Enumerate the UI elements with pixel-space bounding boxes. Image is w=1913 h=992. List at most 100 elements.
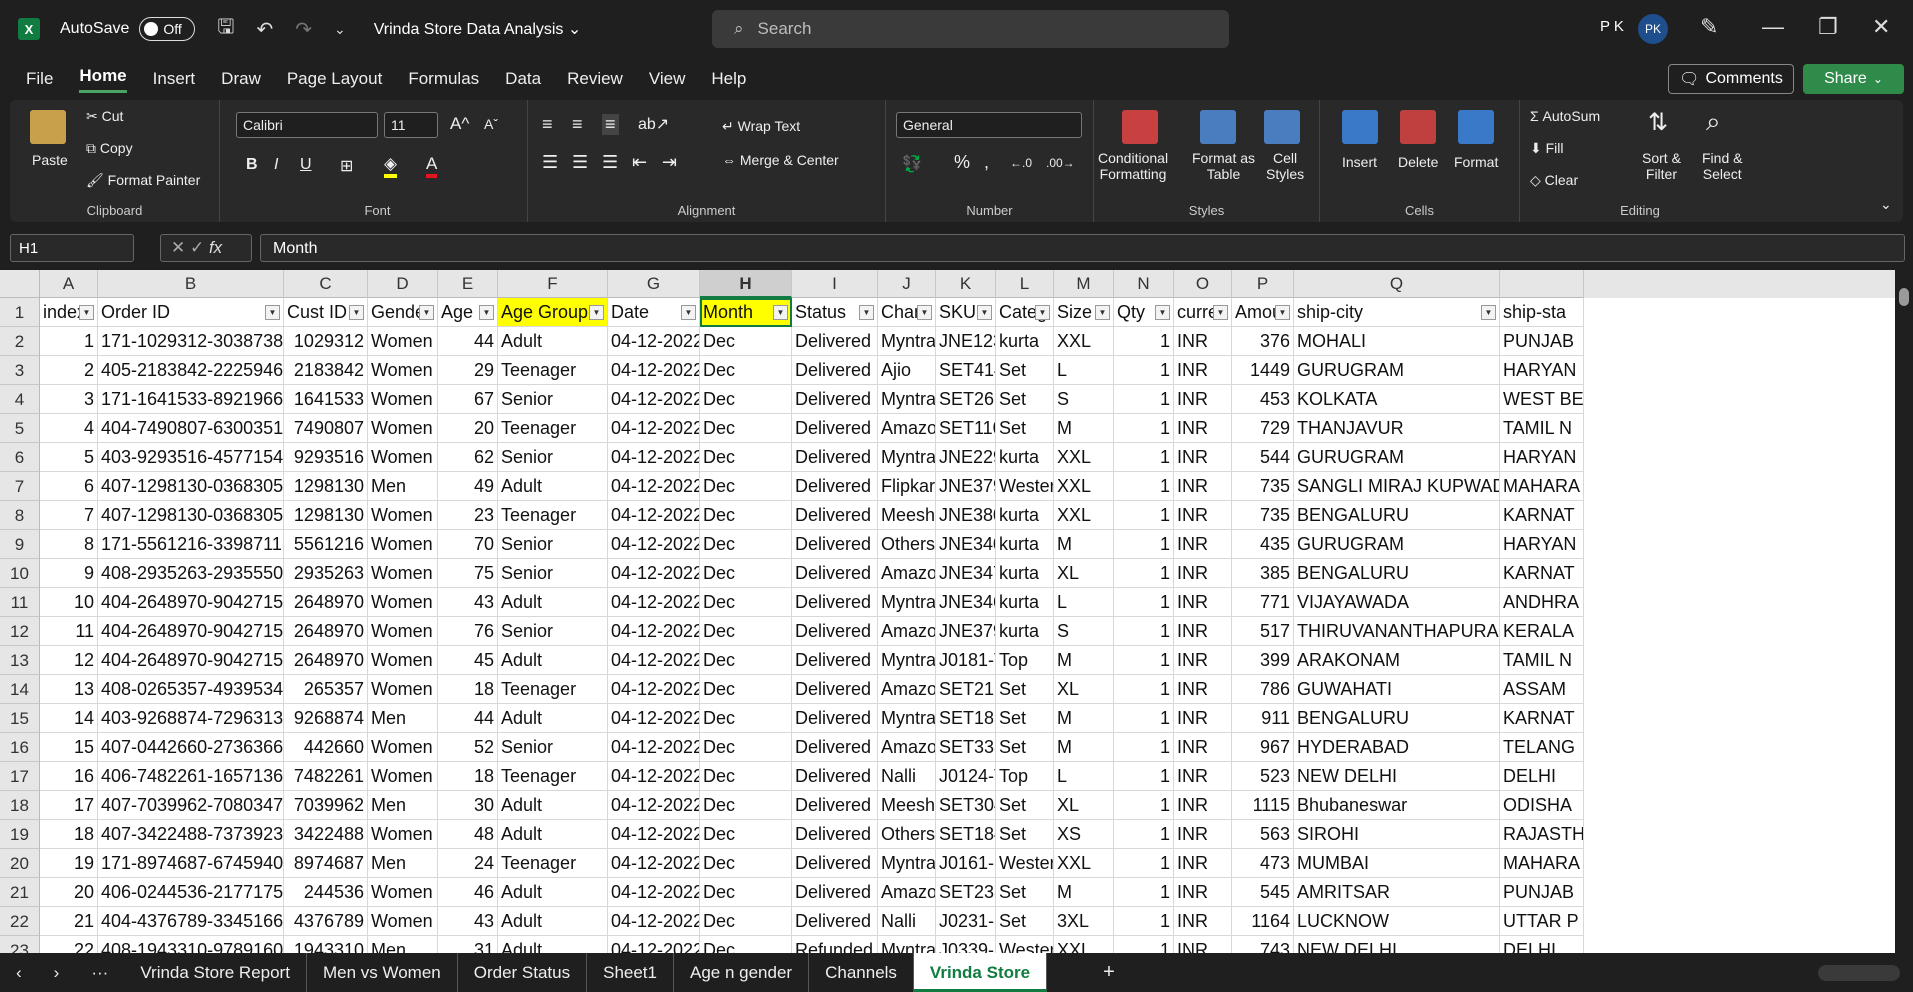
tabs-more-icon[interactable]: ··· [75,953,124,992]
table-cell[interactable]: SET261 [936,385,996,414]
header-cell[interactable]: Order ID ▼ [98,298,284,327]
align-right-icon[interactable]: ☰ [602,152,618,173]
table-cell[interactable]: J0181-T [936,646,996,675]
table-cell[interactable]: Women [368,878,438,907]
table-cell[interactable]: M [1054,733,1114,762]
menu-view[interactable]: View [649,69,686,89]
table-cell[interactable]: Senior [498,385,608,414]
format-as-table-button[interactable]: Format as Table [1192,150,1255,182]
table-cell[interactable]: 1 [1114,936,1174,953]
table-cell[interactable]: 04-12-2022 [608,385,700,414]
table-cell[interactable]: JNE379 [936,472,996,501]
table-cell[interactable]: PUNJAB [1500,327,1584,356]
menu-data[interactable]: Data [505,69,541,89]
comments-button[interactable]: 🗨 Comments [1668,64,1794,94]
table-cell[interactable]: INR [1174,733,1232,762]
table-cell[interactable]: 04-12-2022 [608,733,700,762]
table-cell[interactable]: JNE340 [936,530,996,559]
table-cell[interactable]: kurta [996,617,1054,646]
table-cell[interactable]: 1 [1114,617,1174,646]
header-cell[interactable]: Gende ▼ [368,298,438,327]
table-cell[interactable]: 6 [40,472,98,501]
table-cell[interactable]: 5 [40,443,98,472]
table-cell[interactable]: J0124-T [936,762,996,791]
decrease-indent-icon[interactable]: ⇤ [632,152,647,173]
table-cell[interactable]: 404-4376789-3345166 [98,907,284,936]
cell-styles-button[interactable]: Cell Styles [1266,150,1304,182]
table-cell[interactable]: 1 [1114,907,1174,936]
column-header-k[interactable]: K [936,270,996,298]
formula-input[interactable]: Month [260,234,1905,262]
table-cell[interactable]: S [1054,385,1114,414]
header-cell[interactable]: Chan ▼ [878,298,936,327]
tab-vrinda-store-report[interactable]: Vrinda Store Report [124,953,307,992]
table-cell[interactable]: Men [368,936,438,953]
table-cell[interactable]: 453 [1232,385,1294,414]
table-cell[interactable]: GURUGRAM [1294,530,1500,559]
table-cell[interactable]: 407-1298130-0368305 [98,501,284,530]
table-cell[interactable]: 45 [438,646,498,675]
table-cell[interactable]: XXL [1054,501,1114,530]
row-header[interactable]: 19 [0,820,40,849]
table-cell[interactable]: M [1054,646,1114,675]
table-cell[interactable]: Set [996,704,1054,733]
table-cell[interactable]: 04-12-2022 [608,762,700,791]
table-cell[interactable]: 04-12-2022 [608,327,700,356]
table-cell[interactable]: Adult [498,936,608,953]
table-cell[interactable]: Dec [700,356,792,385]
table-cell[interactable]: 46 [438,878,498,907]
table-cell[interactable]: 1 [1114,530,1174,559]
table-cell[interactable]: Amazon [878,675,936,704]
table-cell[interactable]: 1 [1114,414,1174,443]
table-cell[interactable]: KARNAT [1500,501,1584,530]
table-cell[interactable]: SET217 [936,675,996,704]
column-header-g[interactable]: G [608,270,700,298]
menu-file[interactable]: File [26,69,53,89]
table-cell[interactable]: 435 [1232,530,1294,559]
table-cell[interactable]: Adult [498,820,608,849]
table-cell[interactable]: INR [1174,936,1232,953]
table-cell[interactable]: RAJASTH [1500,820,1584,849]
table-cell[interactable]: Adult [498,646,608,675]
table-cell[interactable]: Teenager [498,762,608,791]
row-header[interactable]: 8 [0,501,40,530]
table-cell[interactable]: 408-1943310-9789160 [98,936,284,953]
column-header-q[interactable]: Q [1294,270,1500,298]
row-header[interactable]: 4 [0,385,40,414]
filter-dropdown-icon[interactable]: ▼ [681,305,696,320]
table-cell[interactable]: 403-9268874-7296313 [98,704,284,733]
table-cell[interactable]: 1 [1114,356,1174,385]
table-cell[interactable]: Dec [700,472,792,501]
table-cell[interactable]: WEST BE [1500,385,1584,414]
table-cell[interactable]: 67 [438,385,498,414]
table-cell[interactable]: 04-12-2022 [608,617,700,646]
table-cell[interactable]: 04-12-2022 [608,791,700,820]
table-cell[interactable]: 48 [438,820,498,849]
table-cell[interactable]: 3422488 [284,820,368,849]
table-cell[interactable]: Senior [498,559,608,588]
table-cell[interactable]: ODISHA [1500,791,1584,820]
table-cell[interactable]: KARNAT [1500,559,1584,588]
merge-center-button[interactable]: ⇔ Merge & Center [722,152,839,168]
increase-decimal-icon[interactable]: ←.0 [1010,156,1032,170]
table-cell[interactable]: HYDERABAD [1294,733,1500,762]
table-cell[interactable]: 19 [40,849,98,878]
table-cell[interactable]: Myntra [878,327,936,356]
table-cell[interactable]: J0231-S [936,907,996,936]
filter-dropdown-icon[interactable]: ▼ [589,305,604,320]
tab-order-status[interactable]: Order Status [458,953,588,992]
table-cell[interactable]: Women [368,588,438,617]
table-cell[interactable]: Set [996,733,1054,762]
table-cell[interactable]: 771 [1232,588,1294,617]
table-cell[interactable]: 23 [438,501,498,530]
table-cell[interactable]: 20 [40,878,98,907]
table-cell[interactable]: kurta [996,588,1054,617]
row-header[interactable]: 23 [0,936,40,953]
table-cell[interactable]: 1 [1114,820,1174,849]
table-cell[interactable]: Nalli [878,762,936,791]
table-cell[interactable]: XL [1054,675,1114,704]
table-cell[interactable]: M [1054,878,1114,907]
table-cell[interactable]: 29 [438,356,498,385]
table-cell[interactable]: Dec [700,385,792,414]
clear-button[interactable]: ◇ Clear [1530,172,1578,189]
